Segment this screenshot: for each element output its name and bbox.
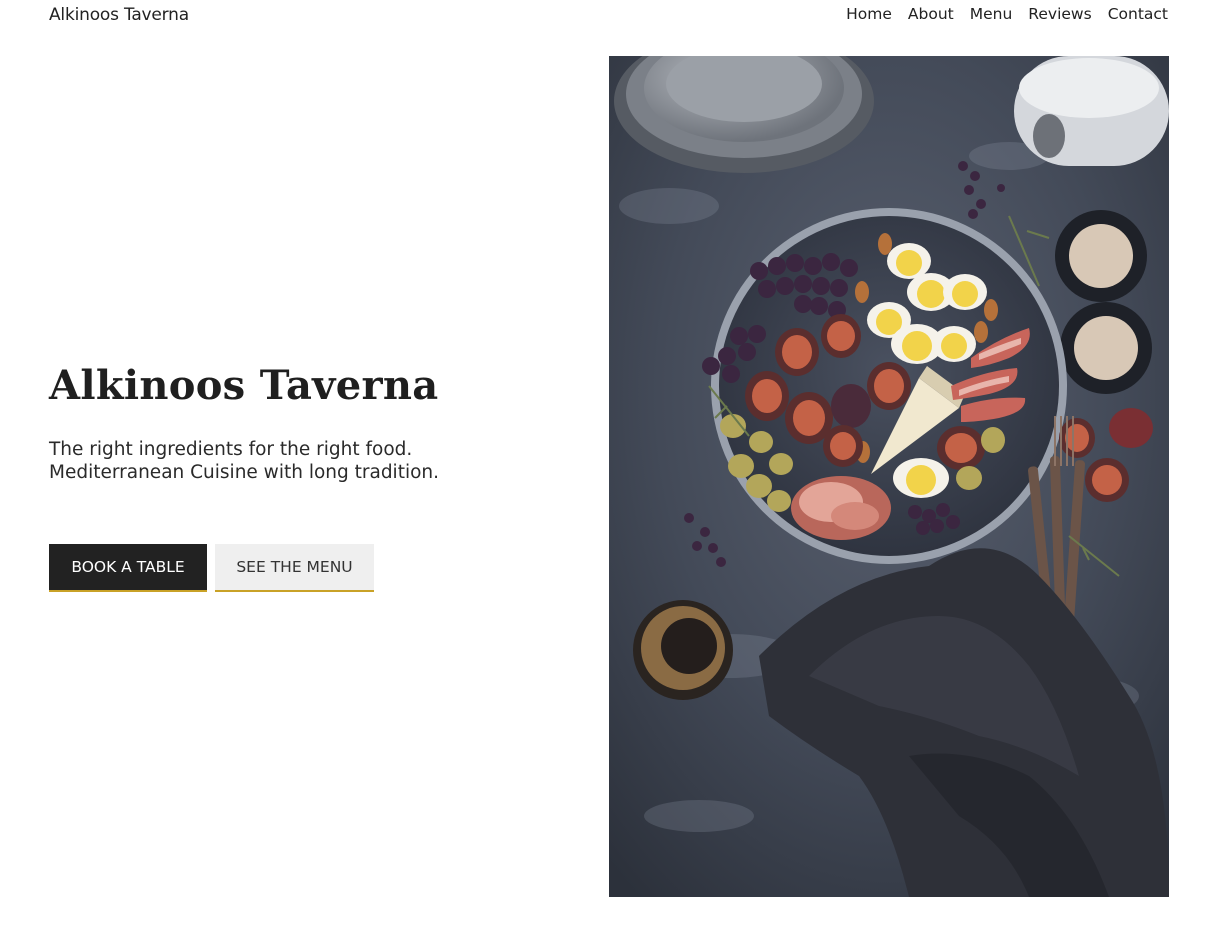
nav-menu[interactable]: Menu: [970, 5, 1013, 23]
top-navbar: Alkinoos Taverna Home About Menu Reviews…: [0, 0, 1222, 32]
nav-contact[interactable]: Contact: [1108, 5, 1168, 23]
food-platter-illustration: [609, 56, 1169, 897]
nav-about[interactable]: About: [908, 5, 954, 23]
main-nav: Home About Menu Reviews Contact: [846, 5, 1168, 23]
hero-title: Alkinoos Taverna: [49, 362, 439, 409]
hero-actions: BOOK A TABLE SEE THE MENU: [49, 544, 374, 592]
brand-logo-link[interactable]: Alkinoos Taverna: [49, 5, 189, 25]
hero-text: Alkinoos Taverna The right ingredients f…: [49, 360, 569, 484]
see-menu-button[interactable]: SEE THE MENU: [215, 544, 374, 592]
nav-reviews[interactable]: Reviews: [1028, 5, 1091, 23]
hero-subtitle-line: The right ingredients for the right food…: [49, 439, 413, 460]
book-table-button[interactable]: BOOK A TABLE: [49, 544, 207, 592]
food-platter-photo: [609, 56, 1169, 897]
hero-subtitle: The right ingredients for the right food…: [49, 438, 569, 484]
nav-home[interactable]: Home: [846, 5, 892, 23]
hero-subtitle-line: Mediterranean Cuisine with long traditio…: [49, 462, 440, 483]
